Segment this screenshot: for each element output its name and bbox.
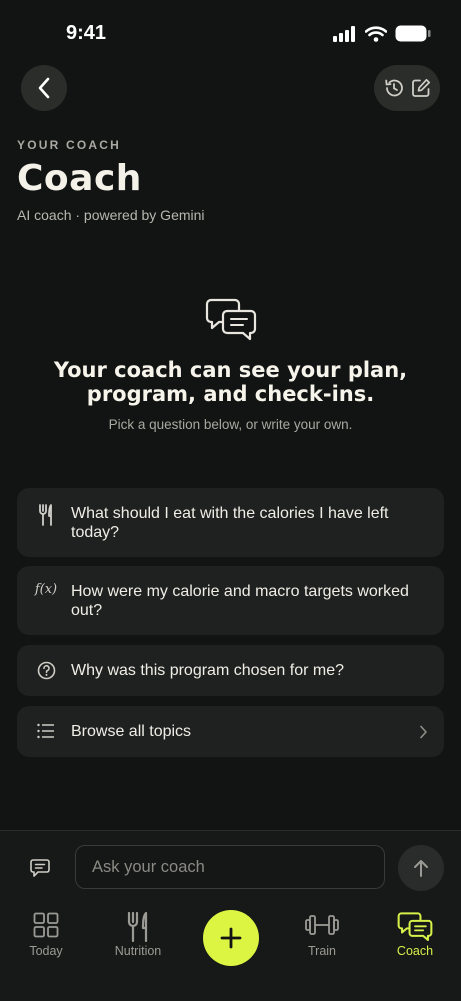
fork-knife-icon [127, 912, 148, 942]
plus-icon [220, 927, 242, 949]
page-subtitle: AI coach · powered by Gemini [17, 207, 205, 223]
suggestion-card[interactable]: Why was this program chosen for me? [17, 645, 444, 696]
tab-train[interactable]: Train [282, 912, 362, 958]
chat-bubble-icon [30, 859, 50, 877]
status-time: 9:41 [66, 22, 107, 44]
suggestion-card[interactable]: What should I eat with the calories I ha… [17, 488, 444, 557]
cellular-signal-icon [333, 25, 355, 42]
tab-nutrition[interactable]: Nutrition [98, 912, 178, 958]
list-icon [31, 723, 61, 739]
send-button[interactable] [398, 845, 444, 891]
arrow-up-icon [414, 860, 428, 877]
suggestion-card[interactable]: f(x) How were my calorie and macro targe… [17, 566, 444, 635]
add-button[interactable] [203, 910, 259, 966]
wifi-icon [365, 25, 387, 42]
tab-coach[interactable]: Coach [375, 912, 455, 958]
function-icon: f(x) [34, 582, 58, 597]
question-circle-icon [31, 661, 61, 680]
suggestion-text: How were my calorie and macro targets wo… [71, 583, 409, 619]
history-button[interactable] [383, 77, 405, 99]
hero-subtitle: Pick a question below, or write your own… [108, 417, 353, 432]
chat-bubbles-icon [205, 298, 257, 341]
compose-icon [411, 78, 430, 97]
status-icons [333, 25, 431, 42]
tab-label: Today [29, 944, 63, 958]
fork-knife-icon [31, 504, 61, 526]
chat-options-button[interactable] [25, 853, 55, 883]
new-chat-button[interactable] [410, 77, 432, 99]
tab-label: Coach [396, 944, 434, 958]
back-button[interactable] [21, 65, 67, 111]
page-eyebrow: YOUR COACH [17, 138, 122, 152]
suggestion-text: Browse all topics [71, 723, 192, 740]
tab-label: Nutrition [114, 944, 162, 958]
tab-label: Train [307, 944, 336, 958]
browse-topics-card[interactable]: Browse all topics [17, 706, 444, 757]
grid-icon [33, 912, 59, 938]
suggestion-text: What should I eat with the calories I ha… [71, 505, 389, 541]
ask-coach-input[interactable] [75, 845, 385, 889]
tab-today[interactable]: Today [6, 912, 86, 958]
dumbbell-icon [305, 915, 339, 935]
battery-icon [395, 25, 431, 42]
chat-bubbles-icon [397, 912, 433, 941]
page-title: Coach [17, 158, 142, 199]
chevron-left-icon [38, 77, 50, 99]
history-icon [384, 79, 403, 97]
header-actions [374, 65, 440, 111]
hero-title: Your coach can see your plan, program, a… [53, 358, 408, 406]
suggestion-text: Why was this program chosen for me? [71, 662, 344, 679]
chevron-right-icon [420, 725, 427, 738]
